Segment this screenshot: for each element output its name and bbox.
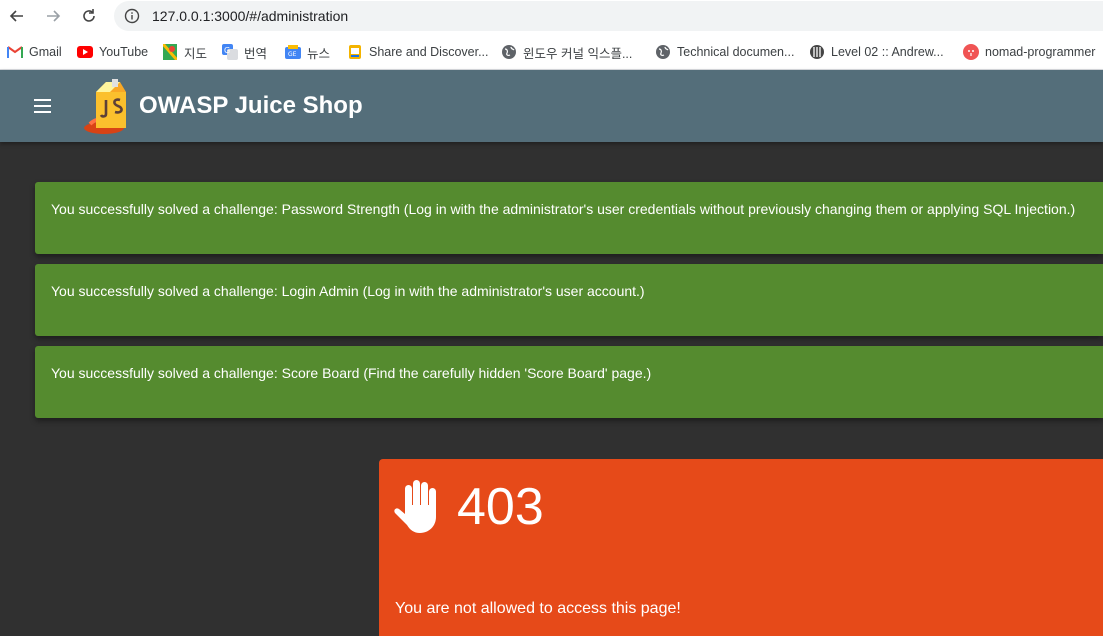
url-text[interactable]: 127.0.0.1:3000/#/administration bbox=[152, 8, 348, 24]
menu-icon bbox=[34, 99, 51, 101]
juice-shop-logo[interactable] bbox=[82, 78, 134, 136]
browser-address-bar: 127.0.0.1:3000/#/administration bbox=[0, 0, 1103, 32]
bookmark-translate[interactable]: G 번역 bbox=[222, 43, 267, 61]
url-bar[interactable]: 127.0.0.1:3000/#/administration bbox=[114, 1, 1103, 31]
app-title[interactable]: OWASP Juice Shop bbox=[139, 92, 363, 120]
maps-icon bbox=[162, 44, 178, 60]
bookmark-share[interactable]: Share and Discover... bbox=[347, 43, 489, 61]
bookmark-technical[interactable]: Technical documen... bbox=[655, 43, 794, 61]
translate-icon: G bbox=[222, 44, 238, 60]
bookmark-nomad[interactable]: nomad-programmer bbox=[963, 43, 1095, 61]
bookmark-level02[interactable]: Level 02 :: Andrew... bbox=[809, 43, 944, 61]
notification-text: You successfully solved a challenge: Sco… bbox=[51, 365, 652, 381]
reload-icon bbox=[83, 9, 95, 22]
notification-text: You successfully solved a challenge: Log… bbox=[51, 283, 645, 299]
globe-icon bbox=[655, 44, 671, 60]
error-message: You are not allowed to access this page! bbox=[395, 600, 681, 617]
hand-stop-icon bbox=[394, 480, 436, 533]
bookmarks-bar: Gmail YouTube 지도 G 번역 GE 뉴스 Share and Di… bbox=[0, 32, 1103, 70]
notification-text: You successfully solved a challenge: Pas… bbox=[51, 201, 1076, 217]
access-denied-card: 403 You are not allowed to access this p… bbox=[379, 459, 1103, 636]
globe-icon bbox=[501, 44, 517, 60]
back-button[interactable] bbox=[5, 4, 29, 28]
bookmark-youtube[interactable]: YouTube bbox=[77, 43, 148, 61]
svg-text:G: G bbox=[224, 46, 230, 55]
error-code: 403 bbox=[457, 478, 544, 536]
bookmark-gmail[interactable]: Gmail bbox=[7, 43, 62, 61]
menu-icon bbox=[34, 105, 51, 107]
gmail-icon bbox=[7, 44, 23, 60]
info-icon[interactable] bbox=[124, 8, 140, 24]
challenge-solved-notification[interactable]: You successfully solved a challenge: Sco… bbox=[35, 346, 1103, 418]
menu-button[interactable] bbox=[30, 94, 56, 118]
reload-button[interactable] bbox=[77, 4, 101, 28]
bookmark-news[interactable]: GE 뉴스 bbox=[285, 43, 330, 61]
menu-icon bbox=[34, 111, 51, 113]
challenge-solved-notification[interactable]: You successfully solved a challenge: Log… bbox=[35, 264, 1103, 336]
share-icon bbox=[347, 44, 363, 60]
news-icon: GE bbox=[285, 44, 301, 60]
bookmark-kernel[interactable]: 윈도우 커널 익스플... bbox=[501, 43, 632, 61]
youtube-icon bbox=[77, 44, 93, 60]
arrow-left-icon bbox=[9, 10, 23, 22]
forward-button[interactable] bbox=[41, 4, 65, 28]
arrow-right-icon bbox=[47, 10, 61, 22]
level-icon bbox=[809, 44, 825, 60]
svg-text:GE: GE bbox=[288, 51, 297, 58]
challenge-solved-notification[interactable]: You successfully solved a challenge: Pas… bbox=[35, 182, 1103, 254]
bookmark-maps[interactable]: 지도 bbox=[162, 43, 207, 61]
app-toolbar: OWASP Juice Shop bbox=[0, 70, 1103, 142]
nomad-icon bbox=[963, 44, 979, 60]
